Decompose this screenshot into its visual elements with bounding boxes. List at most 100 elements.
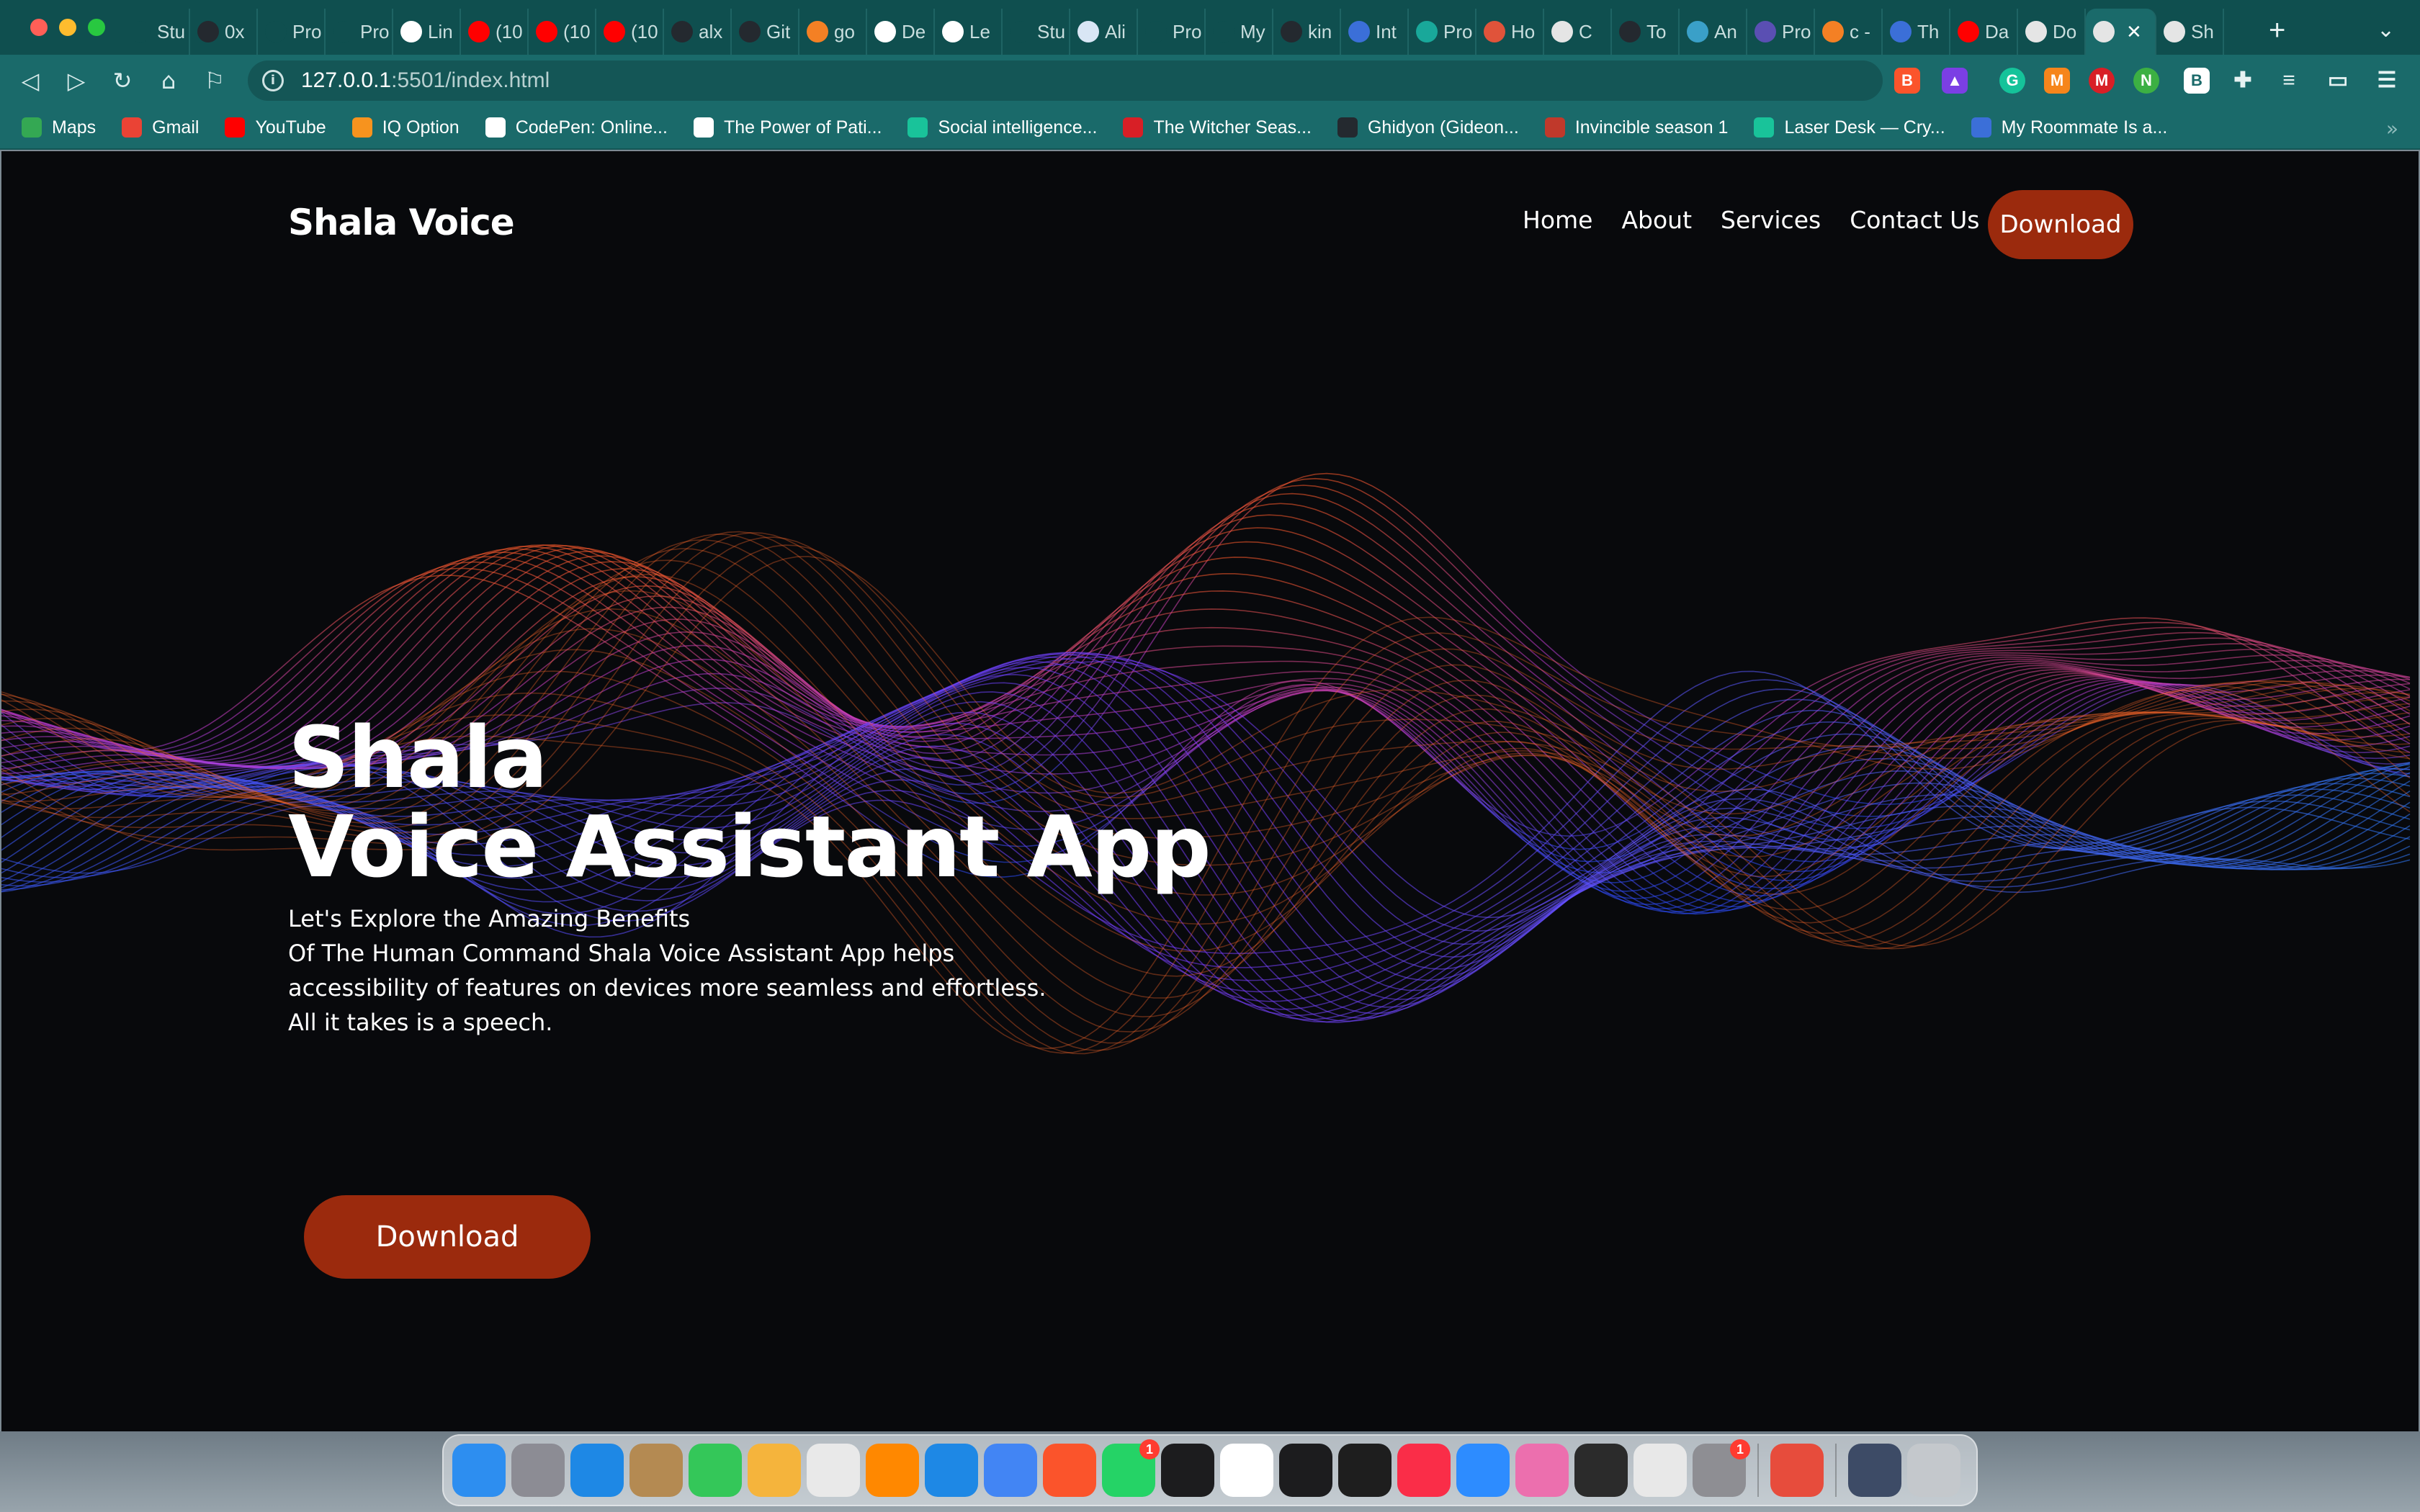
bookmark-item[interactable]: Laser Desk — Cry... bbox=[1754, 117, 1945, 138]
browser-tab[interactable]: alx bbox=[664, 9, 732, 55]
browser-tab[interactable]: C bbox=[1544, 9, 1612, 55]
bookmark-item[interactable]: Maps bbox=[22, 117, 96, 138]
browser-tab[interactable]: Da bbox=[1950, 9, 2018, 55]
bookmark-item[interactable]: The Witcher Seas... bbox=[1123, 117, 1312, 138]
grammarly-icon[interactable]: G bbox=[1999, 68, 2025, 94]
browser-tab[interactable]: To bbox=[1612, 9, 1680, 55]
wallet-icon[interactable]: ▭ bbox=[2325, 68, 2351, 94]
music-icon[interactable] bbox=[1397, 1444, 1451, 1497]
tab-search-chevron-icon[interactable]: ⌄ bbox=[2377, 17, 2395, 42]
more-bookmarks-icon[interactable]: » bbox=[2386, 117, 2398, 140]
vlc-icon[interactable] bbox=[866, 1444, 919, 1497]
browser-tab[interactable]: Th bbox=[1883, 9, 1950, 55]
metamask-icon[interactable]: M bbox=[2044, 68, 2070, 94]
browser-tab[interactable]: Lin bbox=[393, 9, 461, 55]
browser-tab[interactable]: ✕ bbox=[2086, 9, 2156, 55]
browser-tab[interactable]: (10 bbox=[596, 9, 664, 55]
trash-icon[interactable] bbox=[1907, 1444, 1960, 1497]
browser-tab[interactable]: Git bbox=[732, 9, 799, 55]
browser-tab[interactable]: De bbox=[867, 9, 935, 55]
browser-tab[interactable]: go bbox=[799, 9, 867, 55]
slack-icon[interactable] bbox=[1220, 1444, 1273, 1497]
figma-icon[interactable] bbox=[1338, 1444, 1392, 1497]
safari-icon[interactable] bbox=[570, 1444, 624, 1497]
browser-tab[interactable]: Ho bbox=[1476, 9, 1544, 55]
n-extension-icon[interactable]: N bbox=[2133, 68, 2159, 94]
vscode-icon[interactable] bbox=[925, 1444, 978, 1497]
whatsapp-icon[interactable]: 1 bbox=[1102, 1439, 1160, 1497]
browser-tab[interactable]: Do bbox=[2018, 9, 2086, 55]
compass-icon[interactable] bbox=[1770, 1444, 1824, 1497]
browser-tab[interactable]: Sh bbox=[2156, 9, 2224, 55]
activity-monitor-icon[interactable] bbox=[1279, 1444, 1332, 1497]
photos-icon[interactable] bbox=[748, 1444, 801, 1497]
brave-icon[interactable] bbox=[1043, 1444, 1096, 1497]
close-window-button[interactable] bbox=[30, 19, 48, 36]
terminal-dark-icon[interactable] bbox=[1161, 1444, 1214, 1497]
reading-list-icon[interactable]: ≡ bbox=[2276, 68, 2302, 94]
brave-shields-icon[interactable]: B bbox=[1894, 68, 1920, 94]
minimize-window-button[interactable] bbox=[59, 19, 76, 36]
bookmark-item[interactable]: Ghidyon (Gideon... bbox=[1337, 117, 1519, 138]
bookmark-item[interactable]: The Power of Pati... bbox=[693, 117, 882, 138]
m-extension-icon[interactable]: M bbox=[2089, 68, 2115, 94]
browser-tab[interactable]: An bbox=[1680, 9, 1747, 55]
contacts-icon[interactable] bbox=[629, 1444, 683, 1497]
bookmark-button[interactable]: ⚐ bbox=[199, 65, 230, 96]
hero-download-button[interactable]: Download bbox=[304, 1195, 591, 1279]
site-logo[interactable]: Shala Voice bbox=[288, 202, 515, 243]
launchpad-icon[interactable] bbox=[511, 1444, 565, 1497]
chrome-icon[interactable] bbox=[984, 1444, 1037, 1497]
zoom-window-button[interactable] bbox=[88, 19, 105, 36]
address-bar[interactable]: i 127.0.0.1:5501/index.html bbox=[248, 60, 1883, 101]
menu-services-link[interactable]: Services bbox=[1721, 206, 1821, 234]
reload-button[interactable]: ↻ bbox=[107, 65, 138, 96]
browser-tab[interactable]: Pro bbox=[1747, 9, 1815, 55]
browser-tab[interactable]: Stu bbox=[122, 9, 190, 55]
preview-icon[interactable] bbox=[1634, 1444, 1687, 1497]
home-button[interactable]: ⌂ bbox=[153, 65, 184, 96]
browser-tab[interactable]: Pro bbox=[326, 9, 393, 55]
browser-tab[interactable]: Ali bbox=[1070, 9, 1138, 55]
bookmark-item[interactable]: YouTube bbox=[225, 117, 326, 138]
menu-contact-link[interactable]: Contact Us bbox=[1850, 206, 1979, 234]
bookmark-item[interactable]: IQ Option bbox=[351, 117, 460, 138]
cleanmymac-icon[interactable] bbox=[1515, 1444, 1569, 1497]
new-tab-button[interactable]: + bbox=[2269, 14, 2285, 47]
menu-about-link[interactable]: About bbox=[1621, 206, 1692, 234]
zoom-icon[interactable] bbox=[1456, 1444, 1510, 1497]
system-settings-icon[interactable]: 1 bbox=[1693, 1439, 1750, 1497]
bookmark-item[interactable]: My Roommate Is a... bbox=[1971, 117, 2167, 138]
browser-tab[interactable]: Pro bbox=[1138, 9, 1206, 55]
bookmark-item[interactable]: Invincible season 1 bbox=[1544, 117, 1728, 138]
forward-button[interactable]: ▷ bbox=[60, 65, 92, 96]
browser-tab[interactable]: c - bbox=[1815, 9, 1883, 55]
bookmark-item[interactable]: Gmail bbox=[122, 117, 199, 138]
extensions-puzzle-icon[interactable]: ✚ bbox=[2230, 68, 2256, 94]
bookmark-item[interactable]: Social intelligence... bbox=[908, 117, 1097, 138]
textedit-icon[interactable] bbox=[807, 1444, 860, 1497]
messages-icon[interactable] bbox=[689, 1444, 742, 1497]
back-button[interactable]: ◁ bbox=[14, 65, 46, 96]
downloads-icon[interactable] bbox=[1848, 1444, 1901, 1497]
browser-tab[interactable]: (10 bbox=[529, 9, 596, 55]
browser-tab[interactable]: (10 bbox=[461, 9, 529, 55]
menu-home-link[interactable]: Home bbox=[1523, 206, 1592, 234]
nav-download-button[interactable]: Download bbox=[1988, 190, 2133, 259]
brave-rewards-icon[interactable]: ▲ bbox=[1942, 68, 1968, 94]
browser-tab[interactable]: My bbox=[1206, 9, 1273, 55]
close-tab-icon[interactable]: ✕ bbox=[2126, 21, 2142, 43]
browser-tab[interactable]: Le bbox=[935, 9, 1003, 55]
browser-tab[interactable]: kin bbox=[1273, 9, 1341, 55]
browser-tab[interactable]: Int bbox=[1341, 9, 1409, 55]
browser-tab[interactable]: 0x bbox=[190, 9, 258, 55]
terminal-icon[interactable] bbox=[1574, 1444, 1628, 1497]
browser-tab[interactable]: Pro bbox=[258, 9, 326, 55]
site-info-icon[interactable]: i bbox=[262, 70, 284, 91]
browser-tab[interactable]: Pro bbox=[1409, 9, 1476, 55]
b-extension-icon[interactable]: B bbox=[2184, 68, 2210, 94]
browser-tab[interactable]: Stu bbox=[1003, 9, 1070, 55]
finder-icon[interactable] bbox=[452, 1444, 506, 1497]
bookmark-item[interactable]: CodePen: Online... bbox=[485, 117, 668, 138]
main-menu-icon[interactable]: ☰ bbox=[2374, 68, 2400, 94]
